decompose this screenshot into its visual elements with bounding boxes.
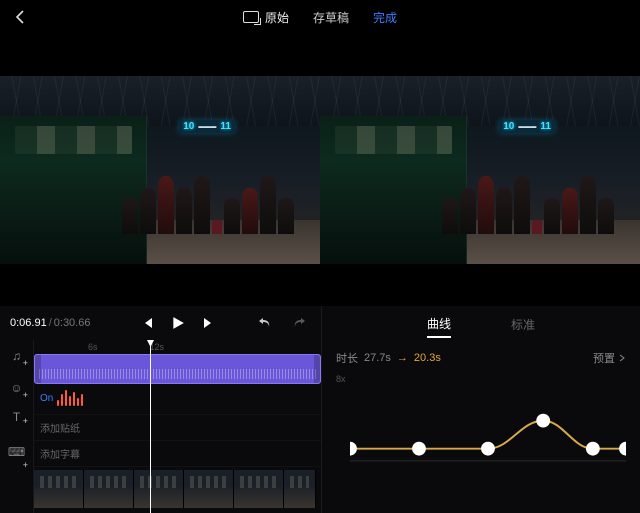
clip-handle-right[interactable] [314, 355, 320, 383]
playback-bar: 0:06.91/0:30.66 [0, 306, 321, 340]
back-button[interactable] [10, 7, 30, 27]
preset-button[interactable]: 预置 [593, 350, 626, 366]
save-draft-button[interactable]: 存草稿 [313, 9, 349, 26]
skip-back-icon [142, 317, 154, 329]
redo-button[interactable] [287, 311, 311, 335]
tracks-area[interactable]: 6s 12s On 添加贴纸 添加字幕 [34, 340, 321, 513]
curve-panel: 曲线 标准 时长 27.7s → 20.3s 预置 8x [322, 306, 640, 513]
clip-thumbnail[interactable] [184, 470, 234, 508]
play-icon [171, 316, 185, 330]
prev-frame-button[interactable] [136, 311, 160, 335]
clip-thumbnail[interactable] [284, 470, 316, 508]
done-button[interactable]: 完成 [373, 9, 397, 26]
curve-point[interactable] [586, 442, 600, 456]
audio-track[interactable]: On [34, 382, 321, 414]
sticker-track[interactable]: 添加贴纸 [34, 414, 321, 440]
curve-point[interactable] [350, 442, 357, 456]
playhead[interactable] [150, 340, 151, 513]
clip-thumbnail[interactable] [234, 470, 284, 508]
platform-sign: 10 ▬▬▬ 11 [179, 120, 235, 133]
clip-thumbnail[interactable] [134, 470, 184, 508]
chevron-left-icon [15, 10, 25, 24]
y-axis-label: 8x [336, 374, 346, 384]
curve-tabs: 曲线 标准 [336, 312, 626, 340]
video-clip[interactable] [34, 354, 321, 384]
duration-old: 27.7s [364, 352, 391, 364]
timeline-column: 0:06.91/0:30.66 ♫+ [0, 306, 322, 513]
platform-sign: 10 ▬▬▬ 11 [499, 120, 555, 133]
timecode: 0:06.91/0:30.66 [10, 317, 90, 329]
redo-icon [292, 316, 306, 330]
top-header: 原始 存草稿 完成 [0, 0, 640, 34]
aspect-label: 原始 [265, 9, 289, 26]
curve-point[interactable] [412, 442, 426, 456]
curve-point[interactable] [481, 442, 495, 456]
tab-curve[interactable]: 曲线 [427, 315, 451, 338]
sticker-track-icon[interactable]: ☺+ [0, 372, 33, 404]
bottom-panel: 0:06.91/0:30.66 ♫+ [0, 306, 640, 513]
timeline-body: ♫+ ☺+ T+ ⌨+ 6s 12s On [0, 340, 321, 513]
thumbnail-track[interactable] [34, 466, 321, 510]
aspect-icon [243, 11, 259, 23]
track-icons-column: ♫+ ☺+ T+ ⌨+ [0, 340, 34, 513]
skip-forward-icon [202, 317, 214, 329]
waveform-icon [57, 390, 83, 406]
preview-left-pane: 10 ▬▬▬ 11 [0, 76, 320, 264]
curve-point[interactable] [536, 414, 550, 428]
curve-point[interactable] [619, 442, 626, 456]
time-ruler[interactable]: 6s 12s [34, 340, 321, 354]
subtitle-track[interactable]: 添加字幕 [34, 440, 321, 466]
duration-row: 时长 27.7s → 20.3s 预置 [336, 350, 626, 366]
speed-curve-editor[interactable]: 8x [336, 374, 626, 503]
clip-thumbnail[interactable] [84, 470, 134, 508]
speed-curve[interactable] [350, 382, 626, 500]
chevron-right-icon [618, 354, 626, 362]
duration-label: 时长 [336, 350, 358, 366]
keyboard-track-icon[interactable]: ⌨+ [0, 430, 33, 474]
video-preview[interactable]: 10 ▬▬▬ 11 10 ▬▬▬ [0, 34, 640, 306]
undo-button[interactable] [253, 311, 277, 335]
clip-thumbnail[interactable] [34, 470, 84, 508]
clip-handle-left[interactable] [35, 355, 41, 383]
undo-icon [258, 316, 272, 330]
tab-standard[interactable]: 标准 [511, 316, 535, 337]
preview-crop: 10 ▬▬▬ 11 10 ▬▬▬ [0, 76, 640, 264]
audio-track-icon[interactable]: ♫+ [0, 340, 33, 372]
header-center: 原始 存草稿 完成 [30, 9, 610, 26]
play-button[interactable] [166, 311, 190, 335]
subtitle-track-icon[interactable]: T+ [0, 404, 33, 430]
next-frame-button[interactable] [196, 311, 220, 335]
preview-right-pane: 10 ▬▬▬ 11 [320, 76, 640, 264]
duration-new: 20.3s [414, 352, 441, 364]
arrow-icon: → [397, 352, 408, 364]
aspect-ratio-button[interactable]: 原始 [243, 9, 289, 26]
